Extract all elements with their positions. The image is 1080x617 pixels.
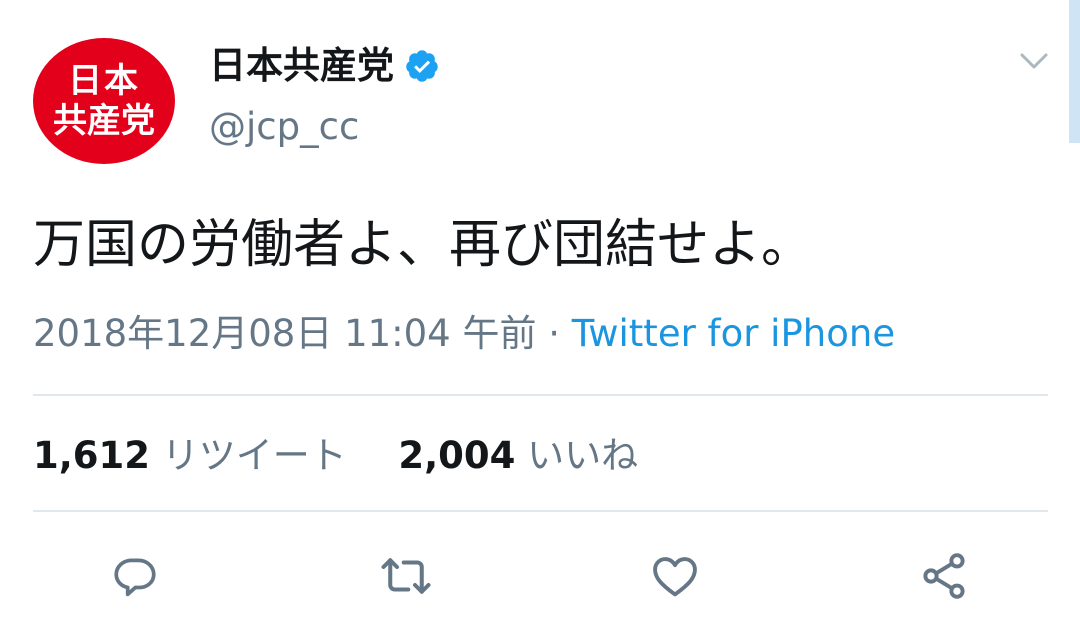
retweet-button[interactable] <box>378 548 434 604</box>
likes-stat[interactable]: 2,004 いいね <box>398 434 638 477</box>
divider-top <box>33 394 1048 396</box>
likes-count: 2,004 <box>398 434 516 477</box>
likes-label: いいね <box>527 434 639 477</box>
avatar-text-line1: 日本 <box>68 61 140 101</box>
scroll-indicator <box>1069 0 1080 143</box>
retweets-label: リツイート <box>161 434 347 477</box>
retweet-icon <box>381 558 431 594</box>
display-name[interactable]: 日本共産党 <box>209 44 394 88</box>
share-button[interactable] <box>916 548 972 604</box>
chevron-down-icon[interactable] <box>1016 47 1052 75</box>
like-icon <box>653 557 697 597</box>
account-handle[interactable]: @jcp_cc <box>209 103 359 151</box>
avatar[interactable]: 日本 共産党 <box>33 38 175 164</box>
meta-separator: · <box>548 312 561 355</box>
reply-button[interactable] <box>107 548 163 604</box>
share-icon <box>923 553 965 599</box>
retweets-count: 1,612 <box>33 434 151 477</box>
tweet-text: 万国の労働者よ、再び団結せよ。 <box>33 215 814 275</box>
tweet-meta: 2018年12月08日 11:04 午前 · Twitter for iPhon… <box>33 310 895 358</box>
display-name-row: 日本共産党 <box>209 44 440 88</box>
avatar-text-line2: 共産党 <box>53 101 155 141</box>
like-button[interactable] <box>647 548 703 604</box>
verified-badge-icon <box>406 50 438 82</box>
tweet-source-link[interactable]: Twitter for iPhone <box>572 312 895 355</box>
divider-bottom <box>33 510 1048 512</box>
retweets-stat[interactable]: 1,612 リツイート <box>33 434 359 477</box>
reply-icon <box>114 558 156 597</box>
tweet-stats: 1,612 リツイート 2,004 いいね <box>33 432 638 480</box>
tweet-timestamp[interactable]: 2018年12月08日 11:04 午前 <box>33 312 536 355</box>
